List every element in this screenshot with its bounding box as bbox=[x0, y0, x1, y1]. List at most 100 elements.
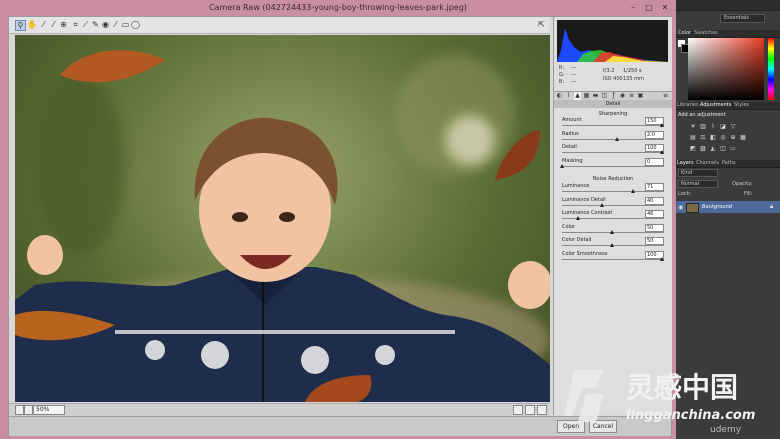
layer-row[interactable]: ◉ Background 🔒︎ bbox=[676, 201, 780, 213]
basic-tab-icon[interactable]: ◐ bbox=[556, 92, 563, 100]
crop-icon[interactable]: ⌗ bbox=[71, 20, 80, 29]
camera-calibration-tab-icon[interactable]: ◉ bbox=[619, 92, 626, 100]
tab-channels[interactable]: Channels bbox=[696, 160, 719, 167]
color-picker-field[interactable] bbox=[688, 38, 764, 100]
slider-thumb[interactable] bbox=[560, 163, 564, 168]
slider-track[interactable] bbox=[562, 138, 664, 140]
settings-toggle-button[interactable] bbox=[537, 405, 547, 415]
view-toggle-button[interactable] bbox=[513, 405, 523, 415]
slider-track[interactable] bbox=[562, 258, 664, 260]
spot-removal-icon[interactable]: ✎ bbox=[91, 20, 100, 29]
posterize-icon[interactable]: ▨ bbox=[700, 146, 706, 152]
slider-thumb[interactable] bbox=[660, 256, 664, 261]
slider-thumb[interactable] bbox=[660, 123, 664, 127]
tab-styles[interactable]: Styles bbox=[734, 102, 749, 109]
color-lookup-icon[interactable]: ▦ bbox=[740, 135, 746, 141]
straighten-icon[interactable]: ⟋ bbox=[81, 20, 90, 29]
hsl-tab-icon[interactable]: ▦ bbox=[583, 92, 590, 100]
left-eye bbox=[232, 212, 248, 222]
hue-slider[interactable] bbox=[768, 38, 774, 100]
layer-filter-select[interactable]: Kind bbox=[678, 169, 718, 177]
tab-paths[interactable]: Paths bbox=[722, 160, 736, 167]
lock-label: Lock: bbox=[678, 191, 692, 197]
tab-libraries[interactable]: Libraries bbox=[677, 102, 699, 109]
black-white-icon[interactable]: ◧ bbox=[710, 135, 716, 141]
adjustment-brush-icon[interactable]: ⁄ bbox=[111, 20, 120, 29]
slider-label: Detail bbox=[562, 144, 577, 150]
slider-track[interactable] bbox=[562, 125, 664, 126]
invert-icon[interactable]: ◩ bbox=[690, 146, 696, 152]
split-toning-tab-icon[interactable]: ▬ bbox=[592, 92, 599, 100]
red-eye-icon[interactable]: ◉ bbox=[101, 20, 110, 29]
right-panel: R: G: B: --- --- --- f/3.2 1/250 s ISO 4… bbox=[553, 17, 672, 415]
tab-swatches[interactable]: Swatches bbox=[694, 30, 718, 37]
right-eye bbox=[279, 212, 295, 222]
layer-thumbnail bbox=[686, 203, 699, 213]
tab-adjustments[interactable]: Adjustments bbox=[700, 102, 731, 109]
zoom-in-button[interactable] bbox=[24, 405, 33, 415]
radial-filter-icon[interactable]: ◯ bbox=[131, 20, 140, 29]
noise-reduction-title: Noise Reduction bbox=[592, 176, 634, 182]
brightness-contrast-icon[interactable]: ☀ bbox=[690, 124, 696, 130]
graduated-filter-icon[interactable]: ▭ bbox=[121, 20, 130, 29]
camera-info: R: G: B: --- --- --- f/3.2 1/250 s ISO 4… bbox=[557, 65, 668, 89]
blend-mode-select[interactable]: Normal bbox=[678, 180, 718, 188]
slider-value-input[interactable]: 40 bbox=[645, 196, 664, 205]
zoom-icon[interactable]: ⚲ bbox=[15, 20, 26, 31]
slider-value-input[interactable]: 50 bbox=[645, 223, 664, 232]
color-balance-icon[interactable]: ⚖ bbox=[700, 135, 706, 141]
slider-thumb[interactable] bbox=[660, 150, 664, 154]
zoom-level-select[interactable]: 50% bbox=[33, 405, 65, 415]
before-after-button[interactable] bbox=[525, 405, 535, 415]
vibrance-icon[interactable]: ▽ bbox=[730, 124, 736, 130]
exposure-icon[interactable]: ◪ bbox=[720, 124, 726, 130]
color-sampler-icon[interactable]: ⁄ bbox=[49, 20, 58, 29]
threshold-icon[interactable]: ◭ bbox=[710, 146, 716, 152]
fullscreen-icon[interactable]: ⇱ bbox=[537, 20, 546, 29]
effects-tab-icon[interactable]: ƒ bbox=[610, 92, 617, 100]
slider-thumb[interactable] bbox=[615, 136, 619, 141]
slider-thumb[interactable] bbox=[610, 229, 614, 234]
hand-icon[interactable]: ✋ bbox=[27, 20, 37, 29]
ps-top-bar bbox=[676, 0, 780, 11]
white-balance-icon[interactable]: ⁄ bbox=[39, 20, 48, 29]
slider-value-input[interactable]: 2.0 bbox=[645, 130, 664, 139]
sharpening-slider-row: Masking 0 bbox=[560, 157, 664, 170]
presets-tab-icon[interactable]: ≡ bbox=[628, 92, 635, 100]
slider-thumb[interactable] bbox=[610, 243, 614, 247]
slider-thumb[interactable] bbox=[631, 189, 635, 193]
photo-filter-icon[interactable]: ◎ bbox=[720, 135, 726, 141]
tone-curve-tab-icon[interactable]: ⌇ bbox=[565, 92, 572, 100]
slider-track[interactable] bbox=[562, 204, 664, 206]
hue-saturation-icon[interactable]: ▤ bbox=[690, 135, 696, 141]
levels-icon[interactable]: ▥ bbox=[700, 124, 706, 130]
restore-button[interactable]: □ bbox=[644, 3, 654, 12]
slider-track[interactable] bbox=[562, 165, 664, 167]
panel-menu-icon[interactable]: ≡ bbox=[662, 92, 669, 100]
slider-value-input[interactable]: 71 bbox=[645, 183, 664, 191]
close-button[interactable]: ✕ bbox=[660, 3, 670, 12]
slider-value-input[interactable]: 46 bbox=[645, 210, 664, 218]
curves-icon[interactable]: ⌇ bbox=[710, 124, 716, 130]
minimize-button[interactable]: – bbox=[628, 3, 638, 12]
target-adjust-icon[interactable]: ⊕ bbox=[59, 20, 68, 29]
slider-track[interactable] bbox=[562, 152, 664, 153]
tab-layers[interactable]: Layers bbox=[677, 160, 694, 167]
channel-mixer-icon[interactable]: ⊕ bbox=[730, 135, 736, 141]
snapshots-tab-icon[interactable]: ▣ bbox=[637, 92, 644, 100]
slider-thumb[interactable] bbox=[600, 202, 604, 207]
workspace-select[interactable]: Essentials bbox=[720, 14, 765, 23]
slider-track[interactable] bbox=[562, 191, 664, 192]
tab-color[interactable]: Color bbox=[678, 30, 691, 37]
zoom-out-button[interactable] bbox=[15, 405, 24, 415]
gradient-map-icon[interactable]: ▭ bbox=[730, 146, 736, 152]
slider-value-input[interactable]: 0 bbox=[645, 157, 664, 166]
lens-tab-icon[interactable]: ◫ bbox=[601, 92, 608, 100]
slider-value-input[interactable]: 50 bbox=[645, 237, 664, 245]
image-preview[interactable] bbox=[15, 35, 550, 402]
selective-color-icon[interactable]: ◫ bbox=[720, 146, 726, 152]
noise-slider-row: Color Smoothness 100 bbox=[562, 250, 664, 263]
slider-thumb[interactable] bbox=[576, 216, 580, 220]
eye-icon[interactable]: ◉ bbox=[678, 204, 683, 211]
detail-tab-icon[interactable]: ▲ bbox=[574, 92, 581, 100]
